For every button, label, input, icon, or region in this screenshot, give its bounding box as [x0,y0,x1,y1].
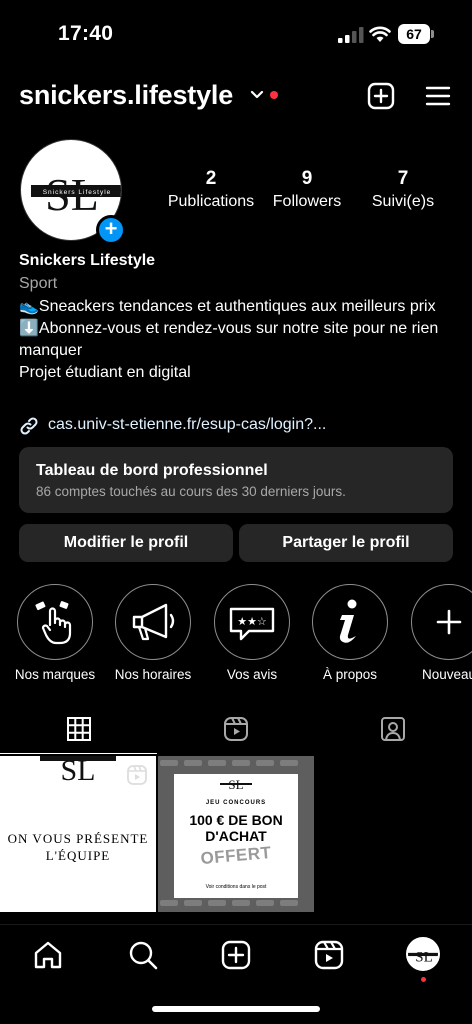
post-logo: SL [220,777,252,792]
create-icon [221,940,251,970]
stat-count: 2 [205,168,217,189]
highlight-cover[interactable] [17,584,93,660]
create-post-icon[interactable] [367,82,395,110]
highlight-cover[interactable] [115,584,191,660]
tab-reels[interactable] [157,710,314,754]
avatar-banner: Snickers Lifestyle [43,189,112,196]
nav-create[interactable] [220,939,252,971]
status-time: 17:40 [58,22,114,45]
info-icon [339,599,357,643]
search-icon [129,941,158,970]
highlight-cover[interactable] [312,584,388,660]
chevron-down-icon[interactable] [250,90,264,100]
highlight-nos-marques[interactable]: Nos marques [5,584,105,682]
nav-profile[interactable]: SL [406,937,440,971]
bio-line: Projet étudiant en digital [19,364,191,381]
account-switcher[interactable]: snickers.lifestyle [19,80,233,111]
contest-conditions: Voir conditions dans le post [205,884,267,890]
highlight-nos-horaires[interactable]: Nos horaires [103,584,203,682]
share-profile-button[interactable]: Partager le profil [239,524,453,562]
wifi-icon [369,26,391,42]
nav-home[interactable] [32,939,64,971]
tagged-user-icon [381,717,405,741]
link-icon [20,417,38,435]
svg-text:SL: SL [415,949,432,965]
bio-line: 👟Sneackers tendances et authentiques aux… [19,298,436,315]
stat-following[interactable]: 7 Suivi(e)s [358,168,448,211]
stat-count: 7 [397,168,409,189]
notification-dot [421,977,426,982]
highlight-label: Nos horaires [114,667,192,682]
highlight-label: À propos [322,667,378,682]
profile-header: snickers.lifestyle [0,74,472,118]
edit-profile-button[interactable]: Modifier le profil [19,524,233,562]
contest-kicker: JEU CONCOURS [205,800,267,806]
nav-reels[interactable] [313,939,345,971]
stat-label: Publications [167,193,255,210]
plus-icon [436,609,462,635]
home-indicator [152,1006,320,1012]
highlight-new[interactable]: Nouveau [399,584,472,682]
profile-tabs [0,710,472,754]
highlight-a-propos[interactable]: À propos [300,584,400,682]
stat-followers[interactable]: 9 Followers [267,168,347,211]
add-story-button[interactable]: + [96,215,126,245]
svg-text:SL: SL [60,756,95,784]
highlight-label: Nouveau [421,667,472,682]
highlight-cover[interactable] [411,584,472,660]
brand-logo: SL [408,949,438,965]
home-icon [34,941,62,969]
reels-icon [224,717,248,741]
avatar[interactable]: SL [406,937,440,971]
post-thumbnail[interactable]: SL ON VOUS PRÉSENTE L'ÉQUIPE [0,756,156,912]
contest-headline: 100 € DE BON D'ACHAT [189,812,283,844]
highlight-vos-avis[interactable]: ★★☆ Vos avis [202,584,302,682]
highlight-label: Nos marques [14,667,96,682]
profile-category: Sport [19,275,58,292]
cellular-signal-icon [338,27,364,43]
profile-full-name: Snickers Lifestyle [19,252,156,269]
hamburger-menu-icon[interactable] [425,84,451,108]
notification-dot [270,91,278,99]
contest-card: SL JEU CONCOURS 100 € DE BON D'ACHAT OFF… [174,774,298,898]
stat-label: Followers [272,193,342,210]
tab-tagged[interactable] [314,710,471,754]
nav-search[interactable] [127,939,159,971]
battery-icon: 67 [398,24,434,44]
highlight-cover[interactable]: ★★☆ [214,584,290,660]
post-logo: SL [40,756,116,784]
tab-grid[interactable] [0,710,157,754]
hand-pointing-icon [35,601,72,645]
post-caption: ON VOUS PRÉSENTE L'ÉQUIPE [7,831,149,863]
link-url[interactable]: cas.univ-st-etienne.fr/esup-cas/login?..… [48,416,326,434]
reel-badge-icon [127,765,147,785]
status-bar: 17:40 67 [0,0,472,66]
reels-icon [314,940,344,970]
highlight-label: Vos avis [226,667,278,682]
dashboard-subtitle: 86 comptes touchés au cours des 30 derni… [36,484,346,499]
svg-text:★★☆: ★★☆ [237,615,267,628]
stat-publications[interactable]: 2 Publications [166,168,256,211]
stat-label: Suivi(e)s [371,193,435,210]
megaphone-icon [132,603,175,641]
profile-avatar[interactable]: SL Snickers Lifestyle + [20,139,126,245]
svg-text:SL: SL [228,777,243,792]
rating-stars-icon: ★★☆ [229,607,275,641]
post-thumbnail[interactable]: SL JEU CONCOURS 100 € DE BON D'ACHAT OFF… [158,756,314,912]
stat-count: 9 [301,168,313,189]
grid-icon [67,717,91,741]
professional-dashboard[interactable]: Tableau de bord professionnel 86 comptes… [19,447,453,513]
profile-bio: 👟Sneackers tendances et authentiques aux… [19,296,459,384]
battery-level: 67 [398,24,430,44]
bio-line: ⬇️Abonnez-vous et rendez-vous sur notre … [19,320,439,359]
contest-offer: OFFERT [199,842,273,869]
dashboard-title: Tableau de bord professionnel [36,462,268,479]
